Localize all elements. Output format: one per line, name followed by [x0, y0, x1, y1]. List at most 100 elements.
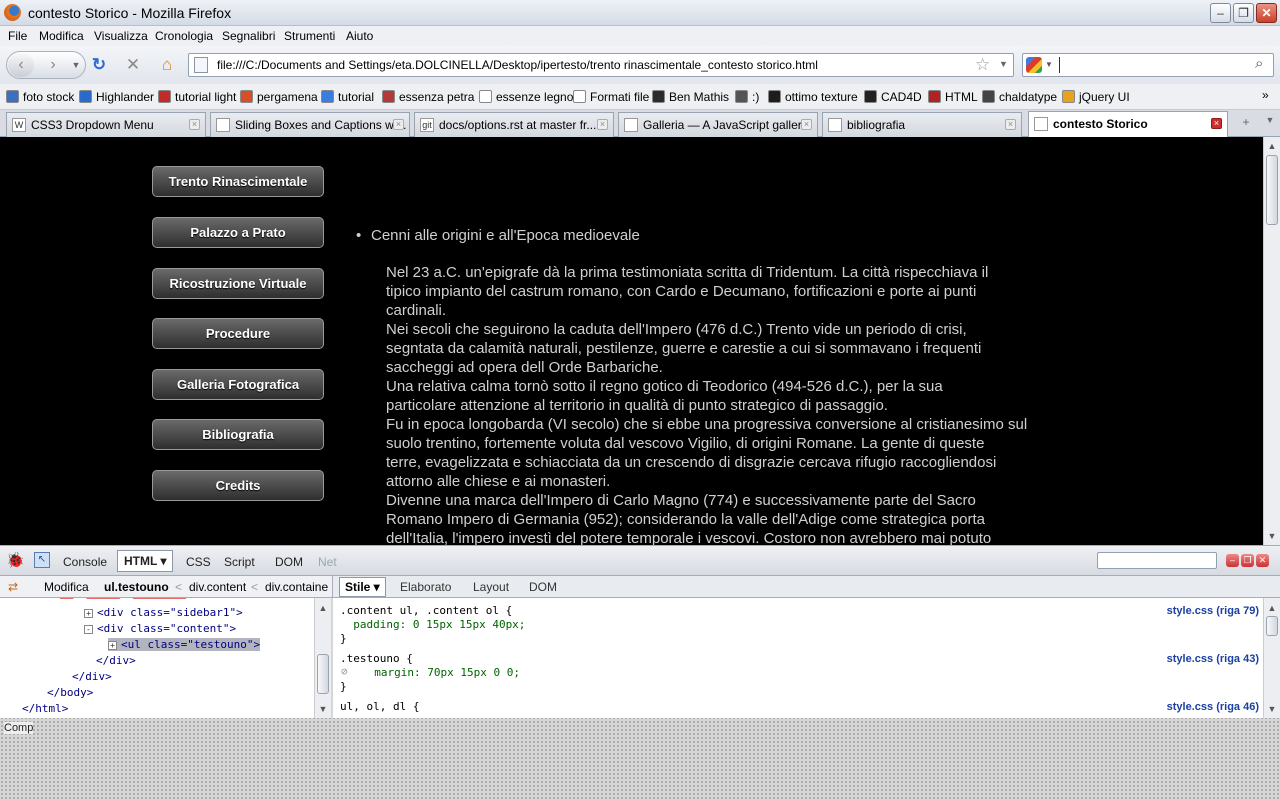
back-button[interactable]: ‹: [8, 53, 34, 77]
sidebar-button[interactable]: Galleria Fotografica: [152, 369, 324, 400]
tab-close-icon[interactable]: ×: [597, 119, 608, 130]
bookmarks-overflow-icon[interactable]: »: [1262, 88, 1269, 102]
css-source-link[interactable]: style.css (riga 79): [1167, 605, 1259, 617]
tab-html[interactable]: HTML ▾: [117, 550, 174, 572]
tab-console[interactable]: Console: [63, 555, 107, 569]
bookmark-item[interactable]: Ben Mathis: [652, 90, 729, 104]
bookmark-star-icon[interactable]: ☆: [975, 55, 990, 75]
history-dropdown[interactable]: ▼: [69, 53, 83, 77]
search-bar[interactable]: ▼ ⌕: [1022, 53, 1274, 77]
tab-item[interactable]: Sliding Boxes and Captions wi... ×: [210, 112, 410, 137]
menu-visualizza[interactable]: Visualizza: [94, 29, 148, 43]
tree-node[interactable]: </div>: [72, 670, 112, 683]
scroll-up-icon[interactable]: ▲: [1264, 138, 1280, 154]
scroll-thumb[interactable]: [1266, 616, 1278, 636]
sidebar-button[interactable]: Procedure: [152, 318, 324, 349]
firebug-minimize-icon[interactable]: –: [1226, 554, 1239, 567]
bookmark-item[interactable]: Highlander: [79, 90, 154, 104]
new-tab-icon[interactable]: +: [1237, 115, 1255, 133]
bookmark-item[interactable]: tutorial: [321, 90, 374, 104]
tree-node[interactable]: + <div class="sidebar1">: [84, 606, 243, 619]
crumb-ul-testouno[interactable]: ul.testouno: [104, 580, 169, 594]
bookmark-item[interactable]: pergamena: [240, 90, 318, 104]
close-window-button[interactable]: ✕: [1256, 3, 1277, 23]
bookmark-item[interactable]: CAD4D: [864, 90, 922, 104]
tab-dom[interactable]: DOM: [275, 555, 303, 569]
scroll-thumb[interactable]: [317, 654, 329, 694]
bookmark-item[interactable]: ottimo texture: [768, 90, 858, 104]
crumb-div-content[interactable]: div.content: [189, 580, 246, 594]
sidebar-button[interactable]: Credits: [152, 470, 324, 501]
tab-list-icon[interactable]: ▼: [1263, 115, 1277, 133]
sidebar-button[interactable]: Ricostruzione Virtuale: [152, 268, 324, 299]
firebug-close-icon[interactable]: ✕: [1256, 554, 1269, 567]
scroll-up-icon[interactable]: ▲: [315, 600, 331, 616]
bookmark-item[interactable]: foto stock: [6, 90, 74, 104]
bookmark-item[interactable]: tutorial light: [158, 90, 236, 104]
side-tab-layout[interactable]: Layout: [473, 580, 509, 594]
tab-script[interactable]: Script: [224, 555, 255, 569]
bookmark-item[interactable]: essenza petra: [382, 90, 474, 104]
css-selector[interactable]: .content ul, .content ol {: [340, 604, 512, 617]
side-tab-dom[interactable]: DOM: [529, 580, 557, 594]
tree-node[interactable]: + <ul class="testouno">: [108, 638, 261, 651]
crumb-div-container[interactable]: div.containe: [265, 580, 328, 594]
css-selector[interactable]: .testouno {: [340, 652, 413, 665]
breadcrumb-arrows-icon[interactable]: ⇄: [8, 580, 18, 594]
google-icon[interactable]: [1026, 57, 1042, 73]
css-property[interactable]: padding: 0 15px 15px 40px;: [340, 618, 525, 631]
css-source-link[interactable]: style.css (riga 46): [1167, 701, 1259, 713]
tree-node[interactable]: </body>: [47, 686, 93, 699]
url-bar[interactable]: ☆ ▼: [188, 53, 1014, 77]
maximize-button[interactable]: ❐: [1233, 3, 1254, 23]
menu-cronologia[interactable]: Cronologia: [155, 29, 213, 43]
expand-icon[interactable]: +: [108, 641, 117, 650]
side-tab-elaborato[interactable]: Elaborato: [400, 580, 451, 594]
sidebar-button[interactable]: Trento Rinascimentale: [152, 166, 324, 197]
menu-file[interactable]: File: [8, 29, 27, 43]
firebug-icon[interactable]: 🐞: [6, 551, 26, 569]
tree-node[interactable]: - <div class="content">: [84, 622, 236, 635]
side-tab-stile[interactable]: Stile ▾: [339, 577, 386, 597]
engine-dropdown-icon[interactable]: ▼: [1045, 60, 1053, 69]
menu-modifica[interactable]: Modifica: [39, 29, 84, 43]
bookmark-item[interactable]: Formati file: [573, 90, 649, 104]
css-source-link[interactable]: style.css (riga 43): [1167, 653, 1259, 665]
scroll-down-icon[interactable]: ▼: [315, 701, 331, 717]
expand-icon[interactable]: +: [84, 609, 93, 618]
html-pane-scrollbar[interactable]: ▲ ▼: [314, 598, 331, 718]
reload-icon[interactable]: ↻: [88, 52, 110, 78]
tab-close-icon[interactable]: ×: [189, 119, 200, 130]
sidebar-button[interactable]: Palazzo a Prato: [152, 217, 324, 248]
url-dropdown-icon[interactable]: ▼: [999, 59, 1008, 69]
scroll-thumb[interactable]: [1266, 155, 1278, 225]
bookmark-item[interactable]: jQuery UI: [1062, 90, 1130, 104]
inspect-icon[interactable]: ↖: [34, 552, 50, 568]
stop-icon[interactable]: ✕: [122, 52, 144, 78]
search-input[interactable]: [1059, 57, 1249, 73]
collapse-icon[interactable]: -: [84, 625, 93, 634]
tab-item[interactable]: W CSS3 Dropdown Menu ×: [6, 112, 206, 137]
search-icon[interactable]: ⌕: [1255, 55, 1263, 72]
tab-item[interactable]: bibliografia ×: [822, 112, 1022, 137]
scroll-down-icon[interactable]: ▼: [1264, 701, 1280, 717]
firebug-detach-icon[interactable]: ❐: [1241, 554, 1254, 567]
tab-close-icon[interactable]: ×: [801, 119, 812, 130]
bookmark-item[interactable]: essenze legno: [479, 90, 573, 104]
menu-segnalibri[interactable]: Segnalibri: [222, 29, 275, 43]
tab-close-icon[interactable]: ×: [1005, 119, 1016, 130]
bookmark-item[interactable]: HTML: [928, 90, 978, 104]
minimize-button[interactable]: –: [1210, 3, 1231, 23]
firebug-search-input[interactable]: [1097, 552, 1217, 569]
tab-item[interactable]: git docs/options.rst at master fr... ×: [414, 112, 614, 137]
tab-close-icon[interactable]: ×: [393, 119, 404, 130]
url-input[interactable]: [217, 57, 957, 73]
disabled-property-icon[interactable]: ⊘: [341, 665, 348, 678]
tab-active[interactable]: contesto Storico ×: [1028, 111, 1228, 138]
style-pane-scrollbar[interactable]: ▲ ▼: [1263, 598, 1280, 718]
page-scrollbar[interactable]: ▲ ▼: [1263, 137, 1280, 545]
tab-css[interactable]: CSS: [186, 555, 211, 569]
sidebar-button[interactable]: Bibliografia: [152, 419, 324, 450]
tab-item[interactable]: Galleria — A JavaScript galler... ×: [618, 112, 818, 137]
tree-node[interactable]: </div>: [96, 654, 136, 667]
